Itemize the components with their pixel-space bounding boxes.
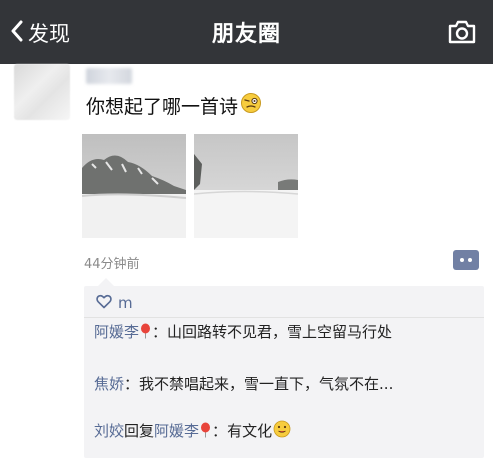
camera-icon[interactable] — [447, 19, 477, 45]
comment-item[interactable]: 刘姣回复阿媛李 ：有文化 — [94, 420, 478, 444]
emoji-icon — [273, 420, 291, 444]
balloon-icon — [140, 323, 151, 345]
emoji-icon — [240, 92, 262, 119]
author-name-blurred[interactable] — [86, 68, 132, 84]
post-text: 你想起了哪一首诗 — [86, 96, 239, 118]
balloon-icon — [200, 422, 211, 444]
post-content: 你想起了哪一首诗 — [86, 92, 262, 119]
avatar[interactable] — [14, 64, 70, 120]
page-title: 朋友圈 — [211, 22, 281, 47]
post-photo-1[interactable] — [82, 134, 186, 238]
comment-text: 有文化 — [227, 422, 273, 440]
comment-separator: ： — [152, 323, 168, 341]
likes-divider — [84, 317, 484, 318]
comment-author[interactable]: 刘姣 — [94, 422, 124, 440]
comment-author[interactable]: 阿媛李 — [94, 323, 139, 341]
post-photo-2[interactable] — [194, 134, 298, 238]
comment-separator: ： — [124, 375, 140, 393]
comment-text: 我不禁唱起来，雪一直下，气氛不在... — [139, 375, 394, 393]
comment-item[interactable]: 焦娇：我不禁唱起来，雪一直下，气氛不在... — [94, 373, 478, 395]
back-label: 发现 — [28, 22, 70, 46]
likes-row: m — [96, 291, 133, 315]
comment-item[interactable]: 阿媛李 ：山回路转不见君，雪上空留马行处 — [94, 321, 478, 345]
post-time: 44分钟前 — [84, 257, 140, 272]
reply-target[interactable]: 阿媛李 — [154, 422, 199, 440]
comments-panel: m 阿媛李 ：山回路转不见君，雪上空留马行处 焦娇：我不禁唱起来，雪一直下，气氛不… — [84, 278, 484, 458]
liker-name[interactable]: m — [118, 294, 133, 312]
comment-author[interactable]: 焦娇 — [94, 375, 124, 393]
comment-separator: ： — [212, 422, 228, 440]
comment-more-icon[interactable] — [453, 250, 479, 270]
nav-bar: 发现 朋友圈 — [0, 0, 493, 64]
reply-word: 回复 — [124, 422, 155, 440]
back-button[interactable]: 发现 — [10, 18, 70, 48]
comment-text: 山回路转不见君，雪上空留马行处 — [167, 323, 393, 341]
moments-post: 你想起了哪一首诗 44分钟前 m 阿媛李 ：山回路转不见君，雪上空留马行处 焦娇… — [0, 64, 493, 460]
chevron-left-icon — [10, 20, 24, 47]
heart-icon — [96, 294, 112, 313]
